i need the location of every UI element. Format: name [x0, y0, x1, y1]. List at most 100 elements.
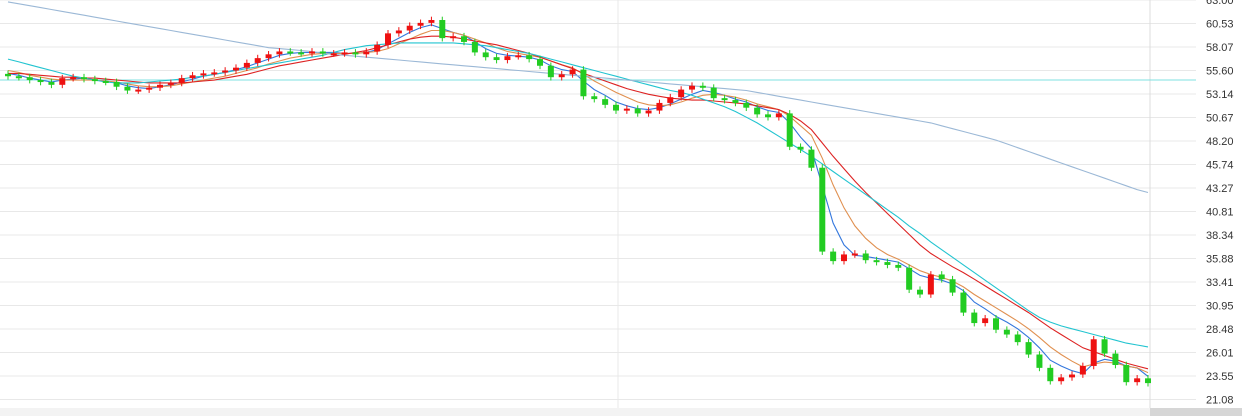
candle-body [819, 167, 826, 252]
candle-body [634, 108, 641, 114]
candle-body [797, 146, 804, 150]
candle-body [341, 52, 348, 55]
candle-body [287, 51, 294, 54]
candle-body [1145, 378, 1151, 384]
candle-body [547, 65, 554, 78]
candle-body [1123, 365, 1130, 383]
candle-body [493, 57, 500, 61]
candle-body [1112, 353, 1119, 366]
candle-body [504, 56, 511, 61]
candle-body [526, 55, 533, 60]
candle-body [439, 20, 446, 39]
candle-body [873, 260, 880, 263]
candle-body [580, 69, 587, 97]
candle-body [113, 81, 120, 87]
candle-body [59, 78, 66, 85]
candle-body [200, 73, 207, 76]
candle-body [222, 70, 229, 73]
candle-body [775, 113, 782, 118]
candle-body [482, 52, 489, 58]
candle-body [884, 262, 891, 265]
candle-body [645, 110, 652, 114]
candle-body [699, 85, 706, 88]
chart-background [0, 0, 1242, 416]
candle-body [591, 96, 598, 100]
candle-body [623, 108, 630, 111]
y-tick-label: 48.20 [1206, 136, 1234, 148]
y-tick-label: 45.74 [1206, 159, 1234, 171]
y-tick-label: 63.00 [1206, 0, 1234, 7]
candle-body [5, 73, 11, 77]
candle-body [613, 104, 619, 111]
candle-body [656, 102, 663, 111]
y-tick-label: 38.34 [1206, 230, 1234, 242]
candle-body [982, 318, 989, 324]
candle-body [461, 36, 467, 42]
y-tick-label: 35.88 [1206, 253, 1234, 265]
candle-body [1090, 339, 1097, 366]
candle-body [309, 51, 315, 54]
y-tick-label: 55.60 [1206, 66, 1234, 78]
candle-body [374, 44, 381, 52]
candle-body [37, 80, 44, 83]
chart-canvas: 63.00 60.53 58.07 55.60 53.14 50.67 48.20 45.74… [0, 0, 1242, 416]
y-tick-label: 23.55 [1206, 371, 1234, 383]
candle-body [949, 279, 956, 293]
candle-body [178, 78, 185, 83]
candle-body [450, 36, 457, 39]
candle-body [851, 253, 858, 256]
candle-body [124, 86, 131, 91]
candle-body [732, 100, 739, 103]
candle-body [808, 149, 815, 168]
y-tick-label: 28.48 [1206, 324, 1234, 336]
candle-body [765, 114, 771, 118]
y-tick-label: 40.81 [1206, 206, 1234, 218]
candle-body [81, 77, 87, 80]
candle-body [1003, 329, 1010, 335]
candle-body [48, 81, 55, 85]
candle-body [428, 20, 435, 23]
candle-body [135, 89, 142, 92]
candle-body [602, 99, 609, 105]
y-tick-label: 26.01 [1206, 348, 1234, 360]
candle-body [786, 113, 793, 147]
candle-body [743, 102, 750, 108]
candle-body [276, 51, 283, 55]
candle-body [515, 55, 522, 58]
candle-body [265, 54, 272, 59]
candle-body [330, 53, 337, 56]
candle-body [1058, 377, 1065, 382]
candle-body [862, 253, 869, 261]
candle-body [189, 75, 196, 79]
candle-body [254, 58, 261, 63]
candle-body [167, 82, 174, 85]
candle-body [70, 77, 77, 80]
candle-body [537, 59, 543, 66]
candle-body [319, 51, 326, 54]
candle-body [298, 52, 305, 55]
candle-body [993, 318, 999, 330]
candle-body [917, 289, 923, 295]
candle-body [1134, 378, 1141, 383]
y-tick-label: 43.27 [1206, 183, 1234, 195]
candle-body [1079, 365, 1086, 375]
y-tick-label: 60.53 [1206, 19, 1234, 31]
candle-body [417, 22, 424, 26]
y-tick-label: 33.41 [1206, 277, 1234, 289]
y-tick-label: 21.08 [1206, 395, 1234, 407]
candle-body [243, 62, 250, 68]
candle-body [157, 84, 163, 88]
candle-body [721, 98, 728, 101]
candle-body [678, 89, 685, 98]
y-tick-label: 30.95 [1206, 300, 1234, 312]
candle-body [1069, 374, 1075, 378]
candle-body [938, 274, 945, 280]
candle-body [363, 51, 370, 55]
candle-body [102, 81, 109, 84]
y-tick-label: 58.07 [1206, 42, 1234, 54]
candle-body [830, 251, 837, 262]
candle-body [26, 77, 33, 81]
candle-body [385, 33, 391, 45]
candle-body [1101, 339, 1108, 354]
bottom-toolbar-strip [1150, 408, 1242, 416]
